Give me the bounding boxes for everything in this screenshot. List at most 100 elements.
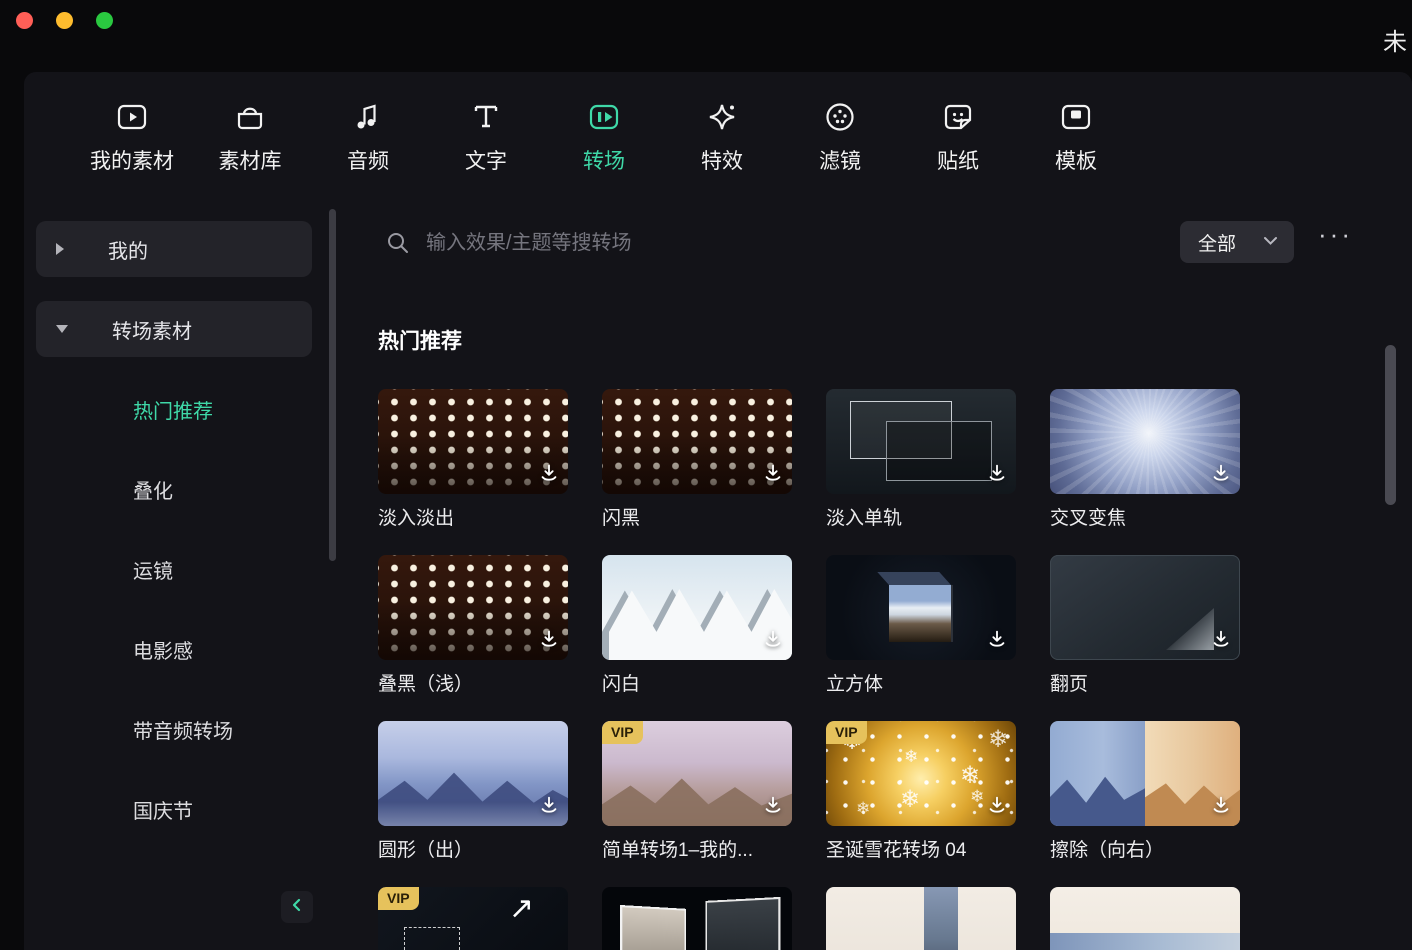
transition-thumbnail[interactable]	[826, 555, 1016, 660]
tab-stickers[interactable]: 贴纸	[916, 98, 1000, 207]
transition-label: 闪白	[602, 669, 792, 696]
transition-item[interactable]: VIP 简单转场1–我的...	[602, 721, 792, 862]
search-icon	[386, 231, 410, 260]
transition-thumbnail[interactable]: VIP	[826, 721, 1016, 826]
close-button[interactable]	[16, 12, 33, 29]
filter-selected-value: 全部	[1198, 229, 1236, 256]
tab-audio[interactable]: 音频	[326, 98, 410, 207]
download-icon[interactable]	[986, 462, 1008, 489]
download-icon[interactable]	[538, 628, 560, 655]
search-row: 全部 ···	[360, 207, 1412, 285]
tab-transitions[interactable]: 转场	[562, 98, 646, 207]
download-icon[interactable]	[538, 794, 560, 821]
vip-badge: VIP	[826, 721, 867, 744]
tab-label: 特效	[701, 145, 743, 175]
download-icon[interactable]	[762, 794, 784, 821]
search-input[interactable]	[426, 225, 986, 261]
music-icon	[349, 98, 387, 136]
transition-thumbnail[interactable]	[602, 555, 792, 660]
download-icon[interactable]	[762, 462, 784, 489]
tab-label: 转场	[583, 145, 625, 175]
transition-thumbnail[interactable]: VIP	[602, 721, 792, 826]
transition-icon	[585, 98, 623, 136]
sidebar-group-transitions[interactable]: 转场素材	[36, 301, 312, 357]
transition-item[interactable]: 翻页	[1050, 555, 1240, 696]
transition-label: 擦除（向右）	[1050, 835, 1240, 862]
zoom-button[interactable]	[96, 12, 113, 29]
transition-thumbnail[interactable]	[378, 389, 568, 494]
transition-item[interactable]: VIP 圣诞雪花转场 04	[826, 721, 1016, 862]
sidebar-item-cinematic[interactable]: 电影感	[24, 609, 360, 689]
transition-label: 淡入淡出	[378, 503, 568, 530]
sidebar-group-mine[interactable]: 我的	[36, 221, 312, 277]
transition-item[interactable]: 圆形（出）	[378, 721, 568, 862]
sidebar-item-audio-transition[interactable]: 带音频转场	[24, 689, 360, 769]
sidebar-scrollbar[interactable]	[329, 209, 336, 561]
transition-label: 简单转场1–我的...	[602, 835, 792, 862]
tab-effects[interactable]: 特效	[680, 98, 764, 207]
minimize-button[interactable]	[56, 12, 73, 29]
transitions-grid: 淡入淡出 闪黑 淡入单轨	[378, 389, 1412, 950]
more-options-button[interactable]: ···	[1318, 219, 1353, 250]
transition-thumbnail[interactable]	[602, 887, 792, 950]
tab-label: 素材库	[219, 145, 282, 175]
vip-badge: VIP	[602, 721, 643, 744]
tab-label: 我的素材	[90, 145, 174, 175]
transition-item[interactable]: 闪黑	[602, 389, 792, 530]
sidebar-group-label: 转场素材	[112, 315, 192, 344]
content-scrollbar[interactable]	[1385, 345, 1396, 505]
transition-thumbnail[interactable]: VIP	[378, 887, 568, 950]
tab-filters[interactable]: 滤镜	[798, 98, 882, 207]
tab-templates[interactable]: 模板	[1034, 98, 1118, 207]
transition-thumbnail[interactable]	[826, 389, 1016, 494]
transition-label: 圆形（出）	[378, 835, 568, 862]
download-icon[interactable]	[1210, 794, 1232, 821]
sidebar-item-national-day[interactable]: 国庆节	[24, 769, 360, 849]
transition-label: 淡入单轨	[826, 503, 1016, 530]
transition-item[interactable]: 叠黑（浅）	[378, 555, 568, 696]
transition-thumbnail[interactable]	[378, 721, 568, 826]
transition-thumbnail[interactable]	[1050, 389, 1240, 494]
sidebar-list: 热门推荐 叠化 运镜 电影感 带音频转场 国庆节	[24, 369, 360, 849]
download-icon[interactable]	[1210, 462, 1232, 489]
transition-item[interactable]: 淡入淡出	[378, 389, 568, 530]
transition-item[interactable]: 擦除（向右）	[1050, 721, 1240, 862]
sidebar-collapse-button[interactable]	[281, 891, 313, 923]
sidebar-item-dissolve[interactable]: 叠化	[24, 449, 360, 529]
transition-thumbnail[interactable]	[826, 887, 1016, 950]
download-icon[interactable]	[1210, 628, 1232, 655]
transition-item[interactable]	[1050, 887, 1240, 950]
window-controls	[16, 12, 113, 29]
transition-item[interactable]	[826, 887, 1016, 950]
transition-thumbnail[interactable]	[1050, 721, 1240, 826]
tab-library[interactable]: 素材库	[208, 98, 292, 207]
transition-thumbnail[interactable]	[602, 389, 792, 494]
download-icon[interactable]	[986, 628, 1008, 655]
transition-item[interactable]	[602, 887, 792, 950]
effects-icon	[703, 98, 741, 136]
sidebar-item-hot[interactable]: 热门推荐	[24, 369, 360, 449]
transition-item[interactable]: VIP	[378, 887, 568, 950]
filter-icon	[821, 98, 859, 136]
template-icon	[1057, 98, 1095, 136]
sidebar-item-camera[interactable]: 运镜	[24, 529, 360, 609]
transition-thumbnail[interactable]	[378, 555, 568, 660]
sticker-icon	[939, 98, 977, 136]
transition-thumbnail[interactable]	[1050, 887, 1240, 950]
filter-dropdown[interactable]: 全部	[1180, 221, 1294, 263]
tab-label: 音频	[347, 145, 389, 175]
tab-my-media[interactable]: 我的素材	[90, 98, 174, 207]
download-icon[interactable]	[986, 794, 1008, 821]
transition-item[interactable]: 淡入单轨	[826, 389, 1016, 530]
transition-thumbnail[interactable]	[1050, 555, 1240, 660]
transition-item[interactable]: 闪白	[602, 555, 792, 696]
transition-label: 翻页	[1050, 669, 1240, 696]
transition-label: 叠黑（浅）	[378, 669, 568, 696]
vip-badge: VIP	[378, 887, 419, 910]
transition-item[interactable]: 立方体	[826, 555, 1016, 696]
sidebar-group-label: 我的	[108, 235, 148, 264]
transition-item[interactable]: 交叉变焦	[1050, 389, 1240, 530]
download-icon[interactable]	[762, 628, 784, 655]
tab-text[interactable]: 文字	[444, 98, 528, 207]
download-icon[interactable]	[538, 462, 560, 489]
